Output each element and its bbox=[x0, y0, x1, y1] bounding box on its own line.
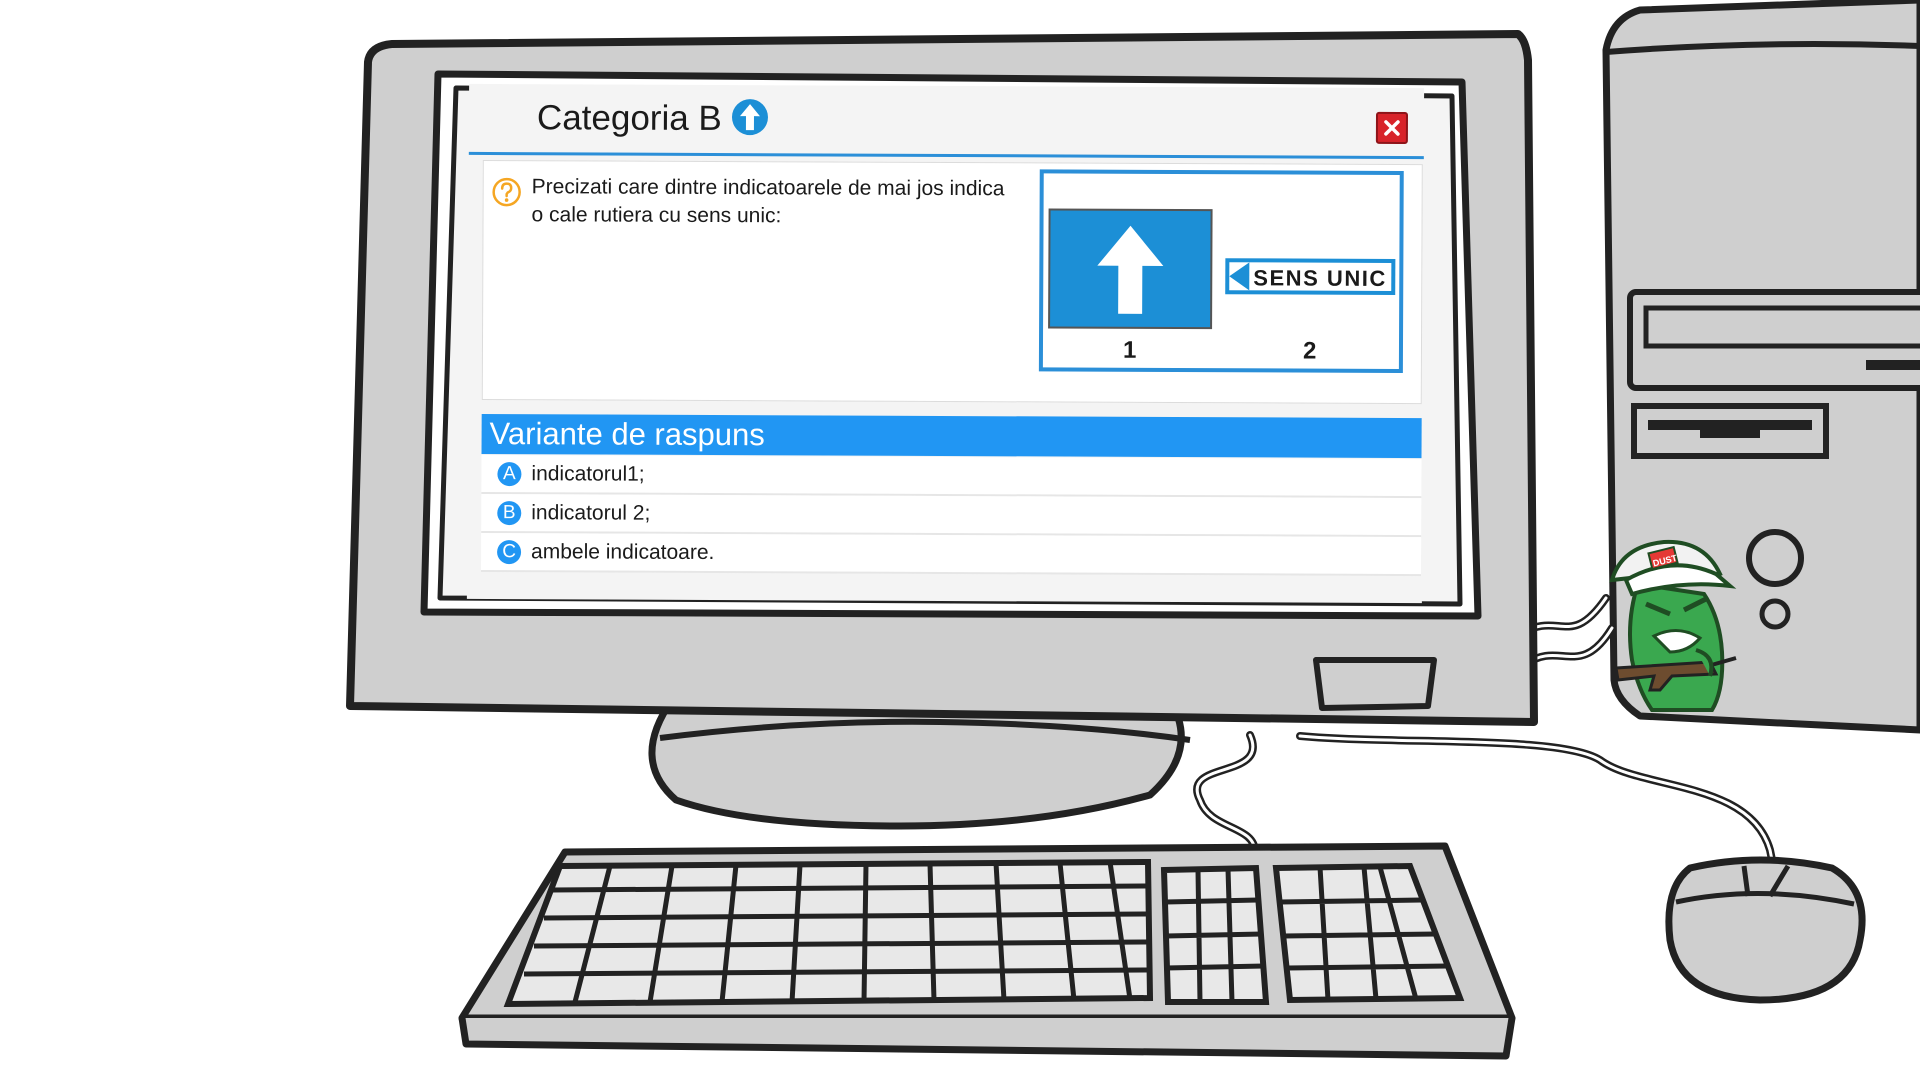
answer-text: indicatorul1; bbox=[531, 462, 645, 486]
optical-drive bbox=[1627, 289, 1920, 391]
quiz-window: Categoria B Precizati care dintre indica… bbox=[466, 83, 1425, 604]
floppy-drive bbox=[1631, 403, 1829, 459]
close-icon bbox=[1384, 120, 1400, 136]
sign-1 bbox=[1048, 208, 1213, 330]
sign-2: SENS UNIC bbox=[1225, 258, 1396, 295]
answer-option-a[interactable]: A indicatorul1; bbox=[481, 454, 1422, 499]
question-panel: Precizati care dintre indicatoarele de m… bbox=[481, 159, 1423, 405]
answer-text: ambele indicatoare. bbox=[531, 540, 715, 564]
keyboard bbox=[458, 842, 1516, 1060]
answer-text: indicatorul 2; bbox=[531, 501, 651, 525]
monitor-power-button bbox=[1313, 657, 1437, 711]
sign-2-text: SENS UNIC bbox=[1253, 265, 1385, 291]
answer-letter-badge: B bbox=[497, 501, 522, 526]
power-button bbox=[1746, 529, 1804, 587]
road-signs-image: SENS UNIC 1 2 bbox=[1048, 208, 1396, 365]
sign-2-label: 2 bbox=[1303, 338, 1316, 365]
answer-letter-badge: C bbox=[497, 540, 522, 565]
answers-title: Variante de raspuns bbox=[489, 416, 765, 453]
answer-letter-badge: A bbox=[497, 462, 522, 487]
answers-header: Variante de raspuns bbox=[481, 413, 1422, 459]
mouse bbox=[1665, 856, 1866, 1004]
sign-1-label: 1 bbox=[1123, 337, 1136, 364]
sign-figure: SENS UNIC 1 2 bbox=[1038, 169, 1404, 373]
answer-option-b[interactable]: B indicatorul 2; bbox=[481, 493, 1422, 538]
reset-button bbox=[1759, 598, 1791, 630]
answer-option-c[interactable]: C ambele indicatoare. bbox=[480, 532, 1422, 577]
answers-list: A indicatorul1; B indicatorul 2; C ambel… bbox=[480, 454, 1422, 577]
close-button[interactable] bbox=[1375, 111, 1409, 145]
page-title: Categoria B bbox=[536, 98, 722, 139]
quiz-header: Categoria B bbox=[468, 83, 1425, 160]
arrow-up-icon bbox=[731, 99, 768, 136]
question-icon bbox=[492, 177, 521, 207]
question-text: Precizati care dintre indicatoarele de m… bbox=[531, 175, 1005, 228]
